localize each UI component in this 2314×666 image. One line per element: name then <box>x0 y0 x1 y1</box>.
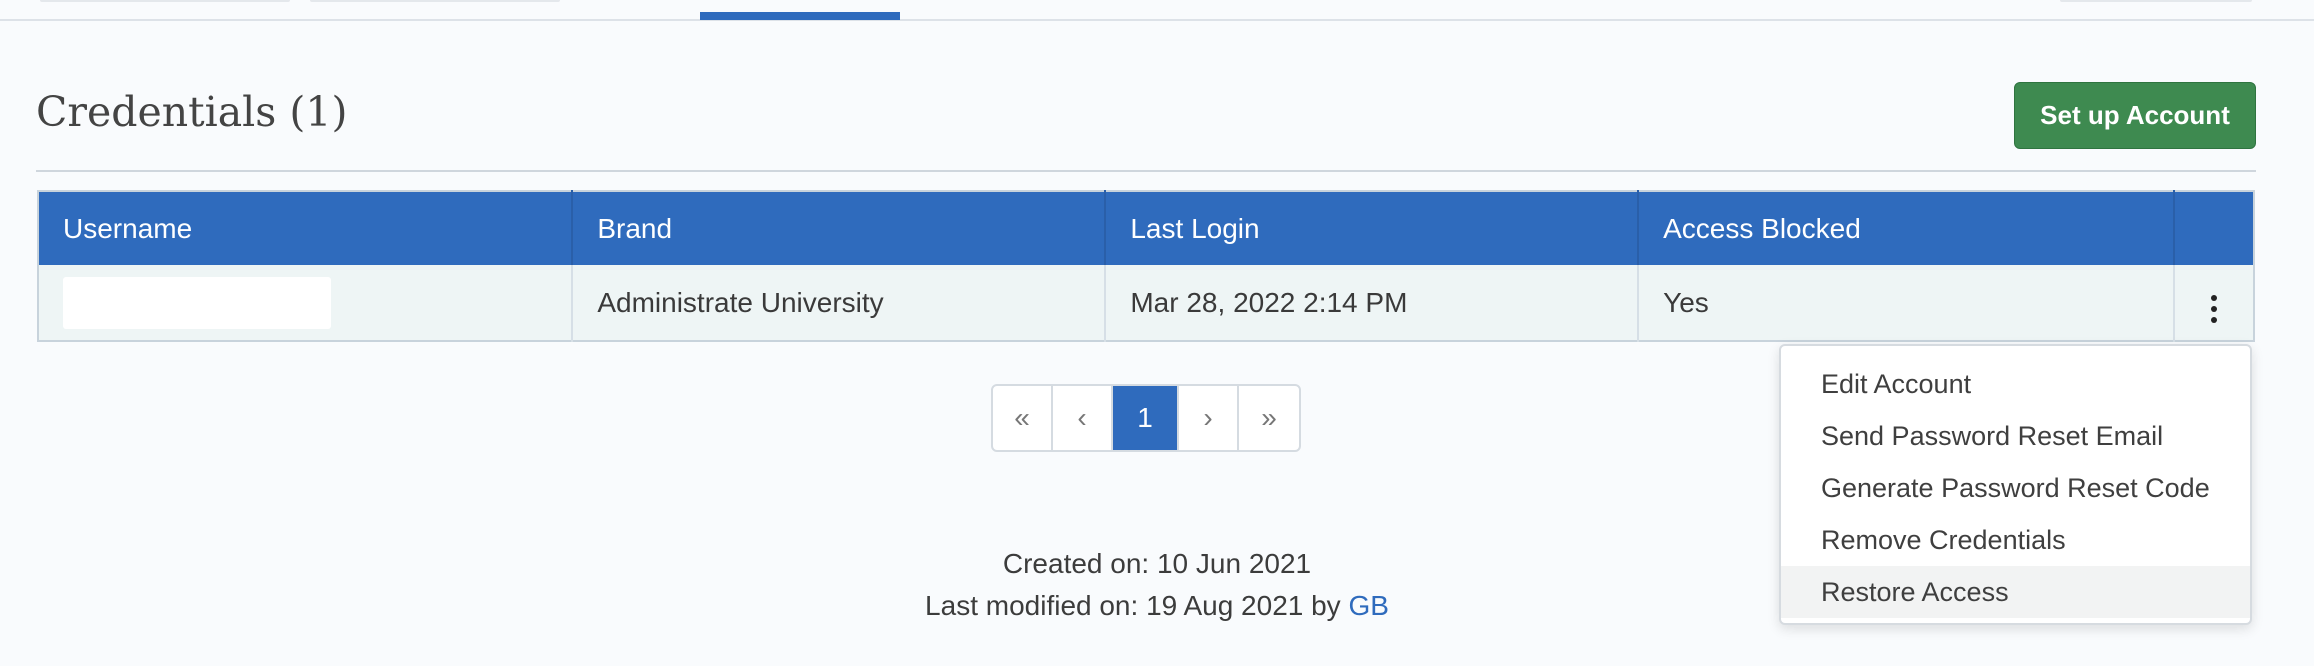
last-page-button[interactable]: » <box>1239 386 1299 450</box>
previous-page-button[interactable]: ‹ <box>1053 386 1113 450</box>
cell-last-login: Mar 28, 2022 2:14 PM <box>1105 265 1640 341</box>
column-header-brand[interactable]: Brand <box>572 191 1107 265</box>
actions-dropdown-menu: Edit Account Send Password Reset Email G… <box>1779 344 2252 625</box>
title-divider <box>36 170 2256 172</box>
cell-username <box>38 265 574 341</box>
section-title: Credentials (1) <box>36 88 348 136</box>
cell-actions <box>2173 265 2254 341</box>
tab-stub[interactable] <box>2060 0 2252 2</box>
last-modified-text: Last modified on: 19 Aug 2021 by GB <box>0 590 2314 622</box>
menu-item-send-password-reset-email[interactable]: Send Password Reset Email <box>1781 410 2250 462</box>
column-header-last-login[interactable]: Last Login <box>1105 191 1640 265</box>
credentials-table: Username Brand Last Login Access Blocked… <box>37 190 2255 342</box>
username-redacted <box>63 276 331 329</box>
menu-item-generate-password-reset-code[interactable]: Generate Password Reset Code <box>1781 462 2250 514</box>
next-page-button[interactable]: › <box>1179 386 1239 450</box>
column-header-actions <box>2173 191 2254 265</box>
table-row: Administrate University Mar 28, 2022 2:1… <box>38 265 2254 341</box>
top-tab-strip <box>0 0 2314 21</box>
cell-brand: Administrate University <box>572 265 1107 341</box>
set-up-account-button[interactable]: Set up Account <box>2014 82 2256 149</box>
first-page-button[interactable]: « <box>993 386 1053 450</box>
modified-by-link[interactable]: GB <box>1348 590 1388 621</box>
tab-stub[interactable] <box>310 0 560 2</box>
current-page-button[interactable]: 1 <box>1113 386 1179 450</box>
column-header-username[interactable]: Username <box>38 191 574 265</box>
more-options-icon[interactable] <box>2199 289 2229 329</box>
column-header-access-blocked[interactable]: Access Blocked <box>1638 191 2175 265</box>
tab-stub[interactable] <box>40 0 290 2</box>
pagination: « ‹ 1 › » <box>991 384 1301 452</box>
menu-item-edit-account[interactable]: Edit Account <box>1781 358 2250 410</box>
active-tab-indicator <box>700 12 900 20</box>
table-header-row: Username Brand Last Login Access Blocked <box>38 191 2254 265</box>
last-modified-label: Last modified on: 19 Aug 2021 by <box>925 590 1341 621</box>
cell-access-blocked: Yes <box>1638 265 2175 341</box>
created-on-text: Created on: 10 Jun 2021 <box>1002 548 1312 579</box>
